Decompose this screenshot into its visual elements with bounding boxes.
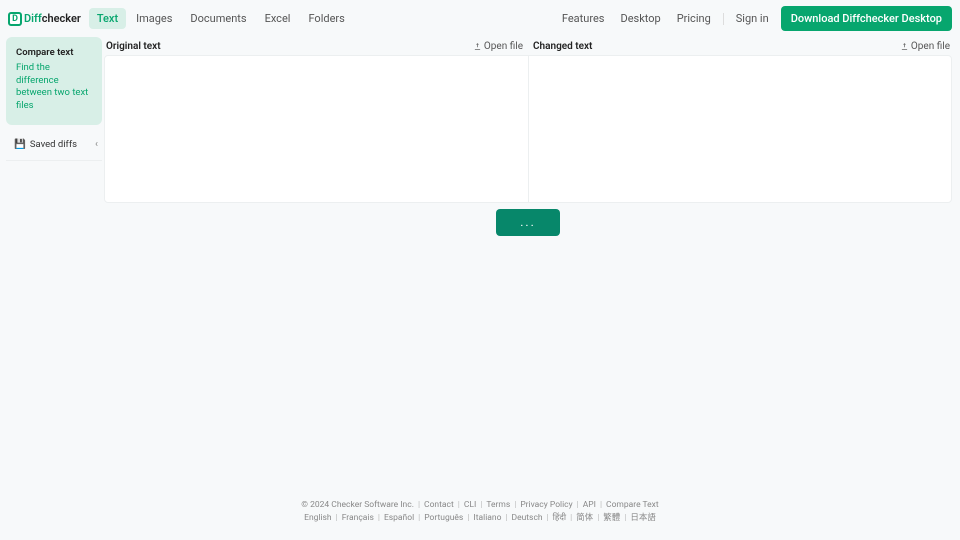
- sidebar-compare-text-card[interactable]: Compare text Find the difference between…: [6, 37, 102, 125]
- link-pricing[interactable]: Pricing: [673, 9, 715, 28]
- lang-francais[interactable]: Français: [342, 512, 374, 526]
- original-text-input[interactable]: [105, 56, 528, 202]
- save-icon: 💾: [14, 139, 26, 150]
- lang-espanol[interactable]: Español: [384, 512, 414, 526]
- upload-icon: [473, 42, 482, 51]
- download-desktop-button[interactable]: Download Diffchecker Desktop: [781, 6, 952, 31]
- sidebar-saved-diffs[interactable]: 💾 Saved diffs ‹: [6, 131, 102, 161]
- logo-text-checker: checker: [42, 12, 81, 25]
- tab-folders[interactable]: Folders: [300, 8, 352, 29]
- saved-diffs-label: Saved diffs: [30, 139, 77, 150]
- link-desktop[interactable]: Desktop: [616, 9, 664, 28]
- divider: [723, 13, 724, 25]
- tab-text[interactable]: Text: [89, 8, 126, 29]
- logo[interactable]: D Diffchecker: [8, 12, 81, 26]
- footer-copyright: © 2024 Checker Software Inc.: [301, 499, 414, 513]
- changed-text-label: Changed text: [533, 41, 592, 52]
- open-file-changed[interactable]: Open file: [900, 41, 950, 52]
- lang-zh-hans[interactable]: 简体: [576, 512, 593, 526]
- changed-text-input[interactable]: [529, 56, 952, 202]
- tab-images[interactable]: Images: [128, 8, 180, 29]
- lang-japanese[interactable]: 日本語: [630, 512, 656, 526]
- footer-cli[interactable]: CLI: [464, 499, 476, 513]
- lang-english[interactable]: English: [304, 512, 332, 526]
- link-features[interactable]: Features: [558, 9, 609, 28]
- open-file-original[interactable]: Open file: [473, 41, 523, 52]
- lang-hindi[interactable]: हिंदी: [553, 512, 566, 526]
- original-text-label: Original text: [106, 41, 161, 52]
- lang-portugues[interactable]: Português: [424, 512, 463, 526]
- tab-documents[interactable]: Documents: [182, 8, 254, 29]
- footer-terms[interactable]: Terms: [486, 499, 510, 513]
- footer-compare-text[interactable]: Compare Text: [606, 499, 659, 513]
- footer-api[interactable]: API: [583, 499, 596, 513]
- sidebar-card-desc: Find the difference between two text fil…: [16, 62, 94, 113]
- lang-italiano[interactable]: Italiano: [473, 512, 501, 526]
- tab-excel[interactable]: Excel: [257, 8, 299, 29]
- sidebar-card-title: Compare text: [16, 47, 94, 60]
- upload-icon: [900, 42, 909, 51]
- link-signin[interactable]: Sign in: [732, 9, 773, 28]
- chevron-left-icon: ‹: [95, 139, 98, 150]
- logo-text-diff: Diff: [24, 12, 42, 25]
- lang-zh-hant[interactable]: 繁體: [603, 512, 620, 526]
- logo-icon: D: [8, 12, 22, 26]
- footer-contact[interactable]: Contact: [424, 499, 454, 513]
- lang-deutsch[interactable]: Deutsch: [512, 512, 543, 526]
- compare-button[interactable]: ...: [496, 209, 560, 236]
- footer-privacy[interactable]: Privacy Policy: [520, 499, 572, 513]
